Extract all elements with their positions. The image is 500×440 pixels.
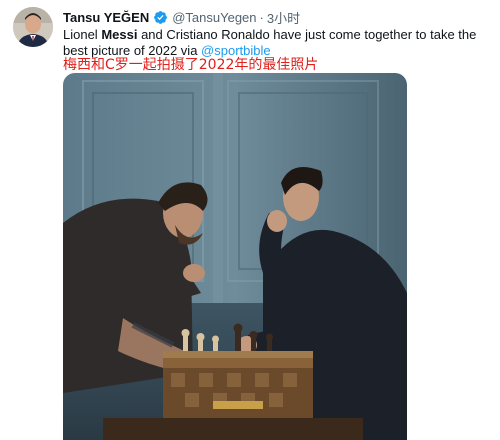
author-display-name[interactable]: Tansu YEĞEN bbox=[63, 10, 149, 25]
tweet-text-part: Lionel bbox=[63, 27, 102, 42]
author-handle[interactable]: @TansuYegen bbox=[172, 10, 256, 25]
verified-badge-icon bbox=[154, 10, 168, 24]
tweet-header: Tansu YEĞEN @TansuYegen · 3小时 bbox=[63, 8, 300, 26]
tweet-photo[interactable] bbox=[63, 73, 407, 440]
chess-photo bbox=[63, 73, 407, 440]
mention-link[interactable]: @sportbible bbox=[201, 43, 271, 58]
tweet-card[interactable]: Tansu YEĞEN @TansuYegen · 3小时 Lionel Mes… bbox=[0, 0, 500, 440]
author-avatar[interactable] bbox=[13, 7, 53, 47]
avatar-image bbox=[13, 7, 53, 47]
overlay-caption: 梅西和C罗一起拍摄了2022年的最佳照片 bbox=[63, 57, 319, 73]
tweet-timestamp[interactable]: 3小时 bbox=[267, 8, 300, 27]
tweet-text: Lionel Messi and Cristiano Ronaldo have … bbox=[63, 27, 483, 59]
tweet-text-bold: Messi bbox=[101, 27, 138, 42]
header-separator: · bbox=[259, 9, 264, 25]
